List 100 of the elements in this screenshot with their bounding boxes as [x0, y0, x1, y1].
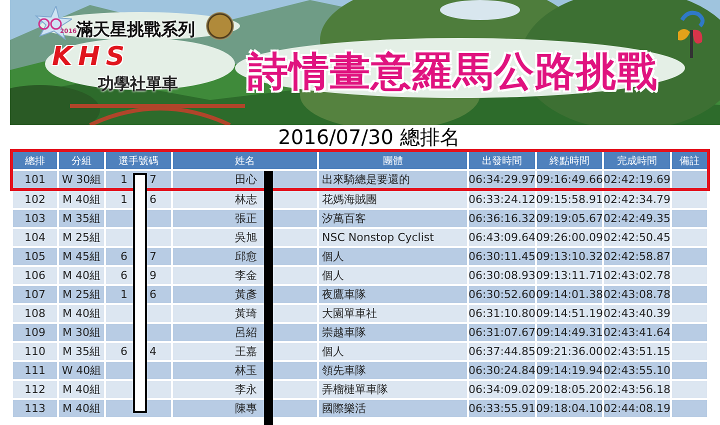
table-cell: 09:16:49.66 [537, 171, 602, 188]
table-cell [672, 286, 707, 303]
table-cell: 09:18:04.10 [537, 400, 602, 417]
table-cell: 06:37:44.85 [469, 343, 535, 360]
table-cell: 06:36:16.32 [469, 210, 535, 227]
table-cell: 06:34:09.02 [469, 381, 535, 398]
table-cell: 個人 [319, 248, 467, 265]
table-cell: 夜鷹車隊 [319, 286, 467, 303]
table-cell: 黃彥 [173, 286, 317, 303]
column-header: 終點時間 [537, 152, 602, 169]
table-cell: 吳旭 [173, 229, 317, 246]
table-cell: 06:30:24.84 [469, 362, 535, 379]
table-cell: M 30組 [59, 324, 104, 341]
table-cell [672, 267, 707, 284]
table-cell: NSC Nonstop Cyclist [319, 229, 467, 246]
table-cell [672, 210, 707, 227]
table-cell: 09:14:01.38 [537, 286, 602, 303]
column-header: 分組 [59, 152, 104, 169]
table-cell: 111 [13, 362, 57, 379]
table-cell: 06:30:11.45 [469, 248, 535, 265]
table-cell: M 35組 [59, 210, 104, 227]
table-cell: M 40組 [59, 267, 104, 284]
table-cell: 弄榴槤單車隊 [319, 381, 467, 398]
table-cell [672, 343, 707, 360]
table-cell: 06:30:08.93 [469, 267, 535, 284]
cell-digit: 6 [120, 345, 128, 358]
table-cell: 109 [13, 324, 57, 341]
table-cell: 02:43:51.15 [604, 343, 670, 360]
column-header: 姓名 [173, 152, 317, 169]
table-cell: M 40組 [59, 381, 104, 398]
table-cell [672, 229, 707, 246]
table-cell: 02:43:55.10 [604, 362, 670, 379]
table-cell: 112 [13, 381, 57, 398]
column-header: 團體 [319, 152, 467, 169]
table-cell: 花媽海賊團 [319, 191, 467, 208]
table-cell: 02:43:41.64 [604, 324, 670, 341]
cell-digit: 6 [120, 269, 128, 282]
table-cell: 02:42:19.69 [604, 171, 670, 188]
table-cell [672, 324, 707, 341]
brand-subtitle: 功學社單車 [98, 74, 178, 95]
table-cell: 103 [13, 210, 57, 227]
event-title: 詩情畫意羅馬公路挑戰 [248, 48, 658, 97]
cell-digit: 4 [150, 345, 156, 358]
table-cell: 09:13:11.71 [537, 267, 602, 284]
column-header: 備註 [672, 152, 707, 169]
cell-digit: 1 [120, 193, 128, 206]
table-cell: 張正 [173, 210, 317, 227]
table-cell: 國際樂活 [319, 400, 467, 417]
table-cell: 領先車隊 [319, 362, 467, 379]
table-cell: 09:15:58.91 [537, 191, 602, 208]
table-cell: 李金 [173, 267, 317, 284]
table-cell: 崇越車隊 [319, 324, 467, 341]
table-cell: 06:33:24.12 [469, 191, 535, 208]
cell-digit: 6 [150, 288, 156, 301]
table-cell: 09:26:00.09 [537, 229, 602, 246]
table-cell: 02:42:58.87 [604, 248, 670, 265]
table-cell: 102 [13, 191, 57, 208]
table-cell: 06:31:10.80 [469, 305, 535, 322]
table-cell: 09:19:05.67 [537, 210, 602, 227]
table-cell: 02:43:02.78 [604, 267, 670, 284]
table-cell: 107 [13, 286, 57, 303]
table-cell [672, 171, 707, 188]
table-cell: 汐萬百客 [319, 210, 467, 227]
table-cell: 06:33:55.91 [469, 400, 535, 417]
table-cell: 09:14:19.94 [537, 362, 602, 379]
table-cell: 02:42:50.45 [604, 229, 670, 246]
table-cell: 101 [13, 171, 57, 188]
table-cell [672, 248, 707, 265]
table-cell: 06:43:09.64 [469, 229, 535, 246]
table-cell: 林玉 [173, 362, 317, 379]
table-cell: M 40組 [59, 191, 104, 208]
table-cell [672, 305, 707, 322]
series-title: 滿天星挑戰系列 [76, 19, 195, 41]
table-cell: 09:21:36.00 [537, 343, 602, 360]
table-cell: 06:30:52.60 [469, 286, 535, 303]
table-cell: M 35組 [59, 343, 104, 360]
table-cell: 大園單車社 [319, 305, 467, 322]
cell-digit: 1 [120, 173, 128, 186]
table-cell: 104 [13, 229, 57, 246]
table-cell: 呂紹 [173, 324, 317, 341]
table-cell: 02:43:56.18 [604, 381, 670, 398]
cell-digit: 7 [150, 173, 156, 186]
table-cell: 02:44:08.19 [604, 400, 670, 417]
table-cell [672, 381, 707, 398]
table-cell: M 25組 [59, 286, 104, 303]
cell-digit: 9 [150, 269, 156, 282]
table-cell: 108 [13, 305, 57, 322]
table-cell: 李永 [173, 381, 317, 398]
table-cell: 09:18:05.20 [537, 381, 602, 398]
table-cell: 113 [13, 400, 57, 417]
table-cell [672, 191, 707, 208]
table-cell: 02:42:34.79 [604, 191, 670, 208]
cell-digit: 7 [150, 250, 156, 263]
table-cell: M 25組 [59, 229, 104, 246]
column-header: 完成時間 [604, 152, 670, 169]
table-cell: 02:43:08.78 [604, 286, 670, 303]
table-cell: 105 [13, 248, 57, 265]
table-cell: 09:13:10.32 [537, 248, 602, 265]
table-cell: 09:14:49.31 [537, 324, 602, 341]
table-cell: 06:31:07.67 [469, 324, 535, 341]
